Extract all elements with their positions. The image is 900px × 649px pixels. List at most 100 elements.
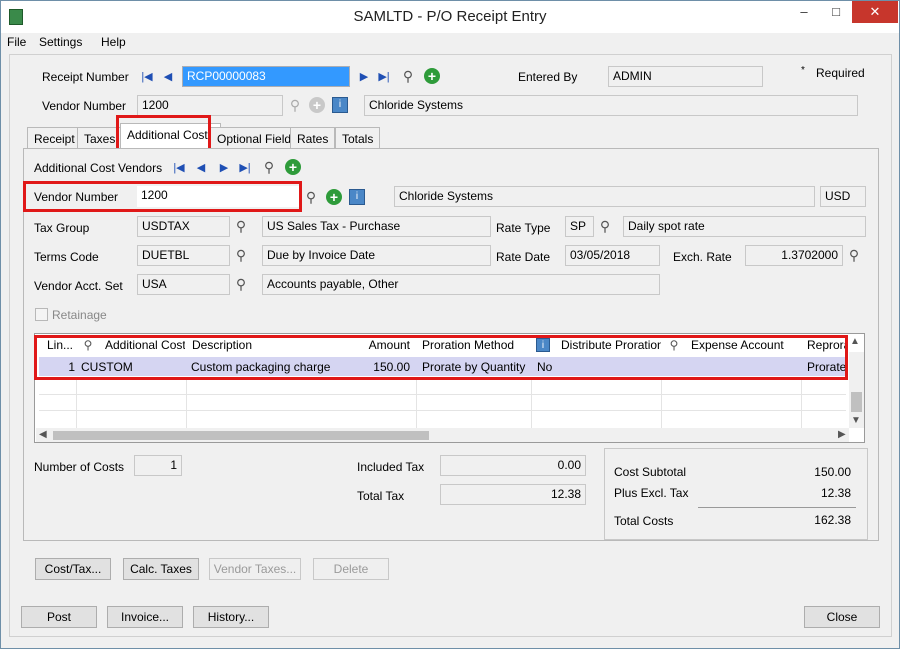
vendor-info-icon[interactable]: i [332,97,348,113]
grid-divider [186,378,187,428]
grid-row-highlight-box [34,335,848,380]
vendor-acct-set-label: Vendor Acct. Set [34,279,123,293]
menu-help[interactable]: Help [101,35,126,49]
menu-bar: File Settings Help [1,33,899,53]
included-tax-label: Included Tax [357,460,425,474]
receipt-finder-icon[interactable]: ⚲ [400,68,416,84]
vertical-scroll-thumb[interactable] [851,392,862,412]
cost-vendor-info-icon[interactable]: i [349,189,365,205]
vendor-acct-set-field: USA [137,274,230,295]
rate-type-description: Daily spot rate [623,216,866,237]
minimize-button[interactable]: – [789,1,819,23]
scroll-left-icon[interactable]: ◀ [39,429,47,440]
entered-by-label: Entered By [518,70,578,84]
rate-type-label: Rate Type [496,221,551,235]
plus-excl-tax-label: Plus Excl. Tax [614,486,689,500]
vendor-acct-set-finder-icon[interactable]: ⚲ [233,276,249,292]
exch-rate-label: Exch. Rate [673,250,732,264]
grid-divider [661,378,662,428]
receipt-number-input[interactable]: RCP00000083 [182,66,350,87]
plus-excl-tax-value: 12.38 [820,486,851,500]
total-costs-value: 162.38 [814,513,851,527]
first-vendor-icon[interactable]: |◀ [172,161,186,175]
total-costs-label: Total Costs [614,514,674,528]
grid-divider [416,378,417,428]
total-tax-label: Total Tax [357,489,405,503]
close-button[interactable]: Close [804,606,880,628]
tax-group-label: Tax Group [34,221,90,235]
close-window-button[interactable]: ✕ [852,1,898,23]
exch-rate-field: 1.3702000 [745,245,843,266]
tab-receipt[interactable]: Receipt [27,127,82,149]
history-button[interactable]: History... [193,606,269,628]
rate-type-finder-icon[interactable]: ⚲ [597,218,613,234]
tax-group-finder-icon[interactable]: ⚲ [233,218,249,234]
grid-divider [39,394,846,395]
cost-vendor-name-field: Chloride Systems [394,186,815,207]
next-record-icon[interactable]: ▶ [357,70,371,84]
number-of-costs-field: 1 [134,455,182,476]
horizontal-scroll-thumb[interactable] [53,431,429,440]
number-of-costs-label: Number of Costs [34,460,125,474]
terms-code-field: DUETBL [137,245,230,266]
scroll-up-icon[interactable]: ▲ [850,336,860,347]
new-vendor-icon: + [309,97,325,113]
cost-vendor-lookup-icon[interactable]: ⚲ [303,189,319,205]
maximize-button[interactable]: □ [821,1,851,23]
menu-settings[interactable]: Settings [39,35,82,49]
cost-subtotal-value: 150.00 [814,465,851,479]
new-receipt-icon[interactable]: + [424,68,440,84]
tab-totals[interactable]: Totals [335,127,381,149]
grid-divider [801,378,802,428]
rate-date-field: 03/05/2018 [565,245,660,266]
vendor-taxes-button[interactable]: Vendor Taxes... [209,558,301,580]
cost-subtotal-label: Cost Subtotal [614,465,687,479]
retainage-label: Retainage [52,308,107,322]
retainage-checkbox [35,308,48,321]
cost-tax-button[interactable]: Cost/Tax... [35,558,111,580]
tax-group-description: US Sales Tax - Purchase [262,216,491,237]
currency-field: USD [820,186,866,207]
scroll-right-icon[interactable]: ▶ [838,429,846,440]
required-asterisk-icon: * [801,65,805,76]
post-button[interactable]: Post [21,606,97,628]
vendor-finder-icon: ⚲ [289,97,301,113]
calc-taxes-button[interactable]: Calc. Taxes [123,558,199,580]
vendor-highlight-box [23,181,302,212]
tab-highlight-box [116,115,211,151]
totals-divider [698,507,856,508]
total-tax-field: 12.38 [440,484,586,505]
terms-code-description: Due by Invoice Date [262,245,491,266]
rate-date-label: Rate Date [496,250,551,264]
terms-code-finder-icon[interactable]: ⚲ [233,247,249,263]
new-cost-vendor-icon[interactable]: + [285,159,301,175]
grid-divider [531,378,532,428]
vendor-number-field: 1200 [137,95,283,116]
vendor-name-field: Chloride Systems [364,95,858,116]
vendor-number-label: Vendor Number [42,99,127,113]
scroll-down-icon[interactable]: ▼ [851,415,861,426]
last-record-icon[interactable]: ▶| [377,70,391,84]
rate-type-field: SP [565,216,594,237]
tab-rates[interactable]: Rates [290,127,336,149]
tax-group-field: USDTAX [137,216,230,237]
receipt-entry-window: SAMLTD - P/O Receipt Entry – □ ✕ File Se… [0,0,900,649]
invoice-button[interactable]: Invoice... [107,606,183,628]
exch-rate-finder-icon[interactable]: ⚲ [846,247,862,263]
title-bar: SAMLTD - P/O Receipt Entry – □ ✕ [1,1,899,33]
cost-vendor-finder-icon[interactable]: ⚲ [261,159,277,175]
add-cost-vendor-icon[interactable]: + [326,189,342,205]
last-vendor-icon[interactable]: ▶| [238,161,252,175]
next-vendor-icon[interactable]: ▶ [217,161,231,175]
additional-cost-vendors-label: Additional Cost Vendors [34,161,163,175]
included-tax-field: 0.00 [440,455,586,476]
delete-button[interactable]: Delete [313,558,389,580]
window-title: SAMLTD - P/O Receipt Entry [353,8,547,25]
menu-file[interactable]: File [7,35,26,49]
first-record-icon[interactable]: |◀ [140,70,154,84]
previous-vendor-icon[interactable]: ◀ [194,161,208,175]
previous-record-icon[interactable]: ◀ [161,70,175,84]
receipt-number-label: Receipt Number [42,70,129,84]
entered-by-field: ADMIN [608,66,763,87]
grid-divider [76,378,77,428]
